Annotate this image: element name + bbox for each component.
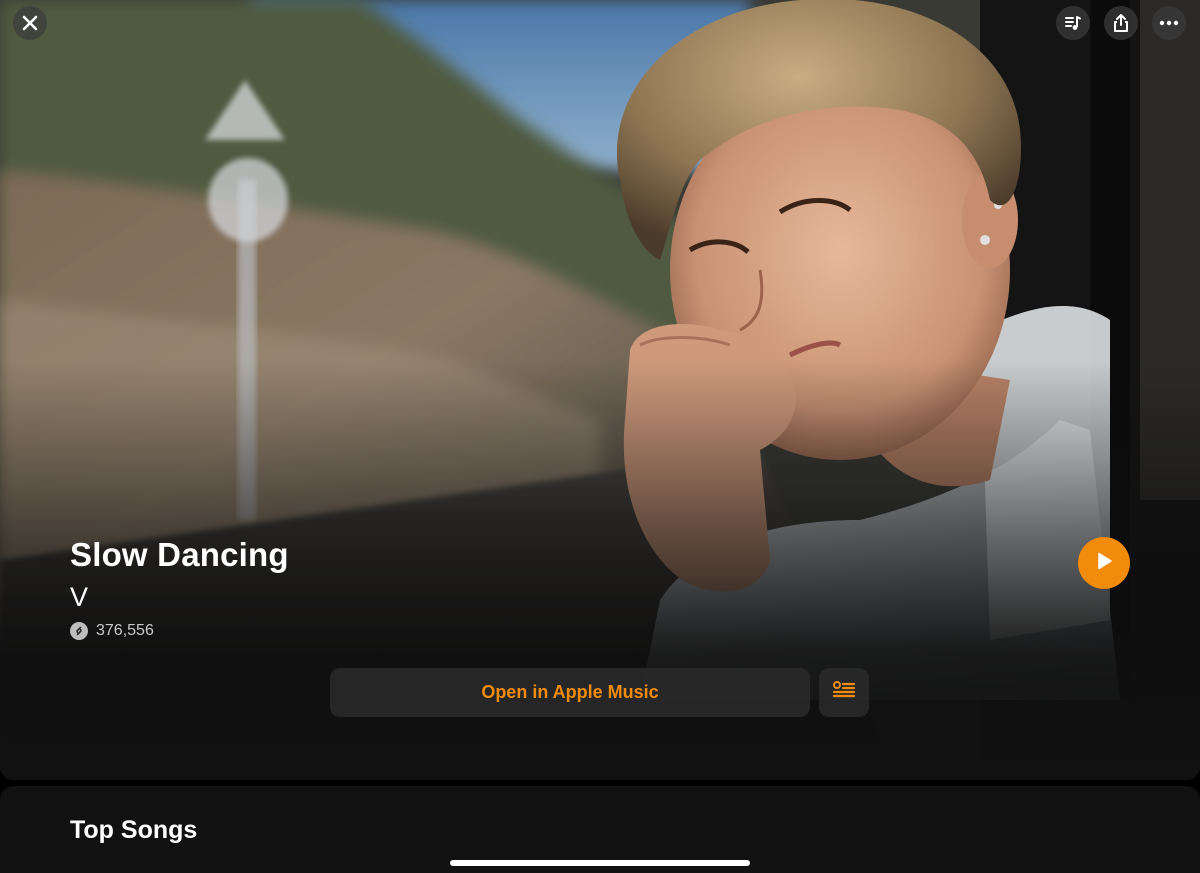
shazam-icon: [70, 622, 88, 640]
more-options-button[interactable]: [1152, 6, 1186, 40]
close-button[interactable]: [13, 6, 47, 40]
play-button[interactable]: [1078, 537, 1130, 589]
shazam-count-row: 376,556: [70, 622, 154, 640]
home-indicator[interactable]: [450, 860, 750, 866]
music-queue-button[interactable]: [1056, 6, 1090, 40]
more-icon: [1159, 20, 1179, 26]
close-icon: [22, 15, 38, 31]
play-icon: [1095, 551, 1113, 576]
artist-name[interactable]: V: [70, 582, 88, 613]
open-in-apple-music-button[interactable]: Open in Apple Music: [330, 668, 810, 717]
hero-artwork-section: Slow Dancing V 376,556 Open in Apple Mus…: [0, 0, 1200, 780]
song-title: Slow Dancing: [70, 536, 289, 573]
top-songs-heading: Top Songs: [70, 816, 198, 844]
share-icon: [1112, 13, 1130, 33]
shazam-count: 376,556: [96, 622, 154, 639]
lyrics-button[interactable]: [819, 668, 869, 717]
lyrics-icon: [832, 680, 856, 705]
music-queue-icon: [1064, 14, 1082, 32]
share-button[interactable]: [1104, 6, 1138, 40]
